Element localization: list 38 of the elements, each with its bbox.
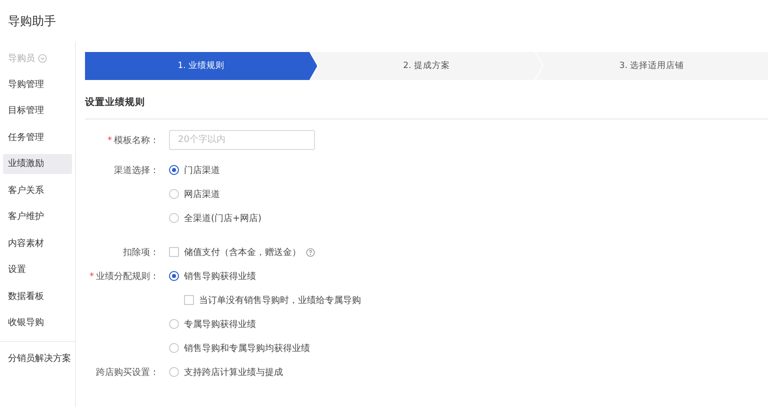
option-label: 门店渠道 (184, 164, 220, 176)
checkbox[interactable] (169, 247, 179, 257)
dropdown-icon[interactable] (38, 54, 47, 62)
step-tab[interactable]: 1. 业绩规则 (85, 52, 318, 80)
option-label: 当订单没有销售导购时，业绩给专属导购 (199, 294, 361, 306)
form-label: 跨店购买设置： (96, 366, 159, 378)
option-label: 网店渠道 (184, 188, 220, 200)
option-label: 专属导购获得业绩 (184, 318, 256, 330)
sidebar-item[interactable]: 客户维护 (3, 207, 72, 227)
sidebar-item[interactable]: 业绩激励 (3, 154, 72, 174)
role-label: 导购员 (8, 52, 35, 64)
input-field[interactable]: 20个字以内 (169, 130, 315, 150)
checkbox[interactable] (184, 295, 194, 305)
option-label: 支持跨店计算业绩与提成 (184, 366, 283, 378)
option-label: 全渠道(门店+网店) (184, 212, 262, 224)
option-label: 储值支付（含本金，赠送金） (184, 246, 301, 258)
section-title: 设置业绩规则 (85, 96, 146, 109)
sidebar-item[interactable]: 分销员解决方案 (3, 348, 72, 368)
sidebar-item[interactable]: 设置 (3, 260, 72, 280)
step-tab[interactable]: 2. 提成方案 (310, 52, 543, 80)
sidebar-item[interactable]: 数据看板 (3, 286, 72, 306)
form-label: * 模板名称： (108, 134, 159, 146)
form-label: * 业绩分配规则： (90, 270, 159, 282)
option-label: 销售导购获得业绩 (184, 270, 256, 282)
sidebar-item[interactable]: 收银导购 (3, 313, 72, 333)
radio-button[interactable] (169, 271, 179, 281)
sidebar-item[interactable]: 导购管理 (3, 74, 72, 94)
step-tab[interactable]: 3. 选择适用店铺 (536, 52, 768, 80)
sidebar-item[interactable]: 客户关系 (3, 180, 72, 200)
form-label: 渠道选择： (114, 164, 159, 176)
help-icon[interactable] (306, 248, 315, 256)
sidebar-item[interactable]: 内容素材 (3, 234, 72, 254)
form-label: 扣除项： (123, 246, 159, 258)
option-label: 销售导购和专属导购均获得业绩 (184, 342, 310, 354)
radio-button[interactable] (169, 165, 179, 175)
sidebar-item[interactable]: 任务管理 (3, 128, 72, 148)
sidebar-item[interactable]: 目标管理 (3, 101, 72, 121)
app-title: 导购助手 (8, 12, 56, 30)
